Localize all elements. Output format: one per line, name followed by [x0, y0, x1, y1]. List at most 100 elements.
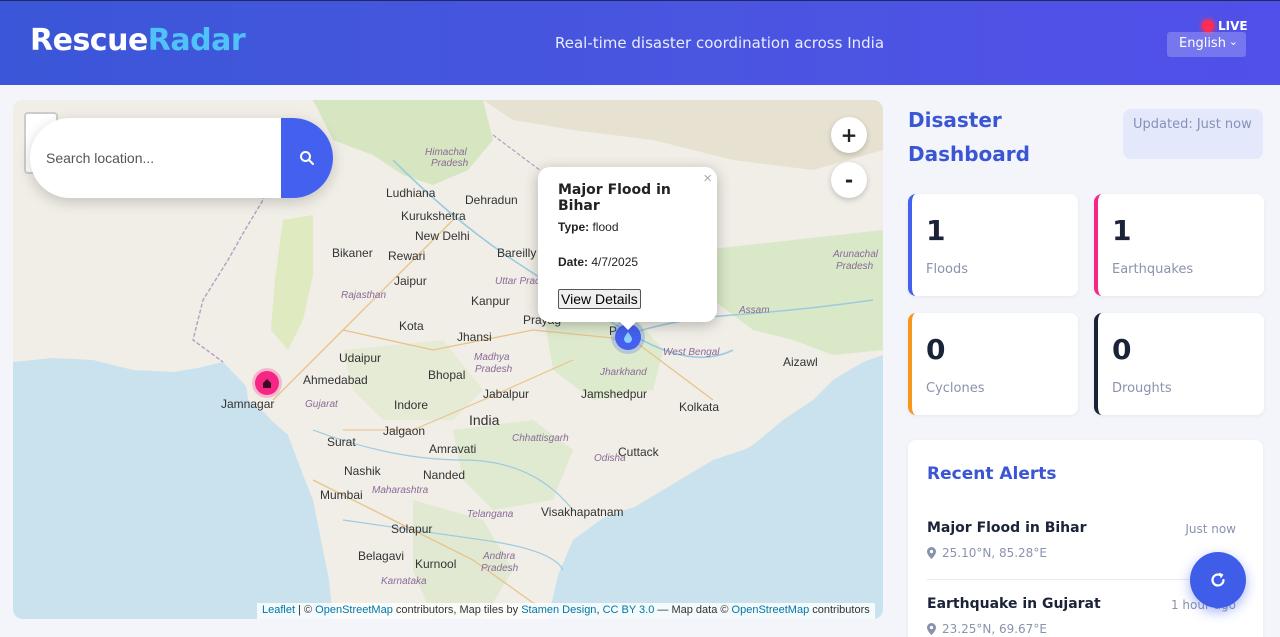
attrib-text: — Map data ©: [654, 604, 732, 616]
map-label: West Bengal: [663, 347, 720, 358]
zoom-out-button[interactable]: -: [831, 162, 867, 198]
map-label: Rajasthan: [341, 290, 387, 301]
refresh-button[interactable]: [1190, 552, 1246, 608]
recent-alerts-title: Recent Alerts: [927, 464, 1057, 484]
map-label: Andhra: [483, 551, 516, 562]
map-label: Kanpur: [471, 294, 510, 308]
osm-link[interactable]: OpenStreetMap: [732, 604, 810, 616]
stat-label: Droughts: [1112, 381, 1172, 396]
popup-type-label: Type:: [558, 220, 590, 234]
stat-card-floods[interactable]: 1 Floods: [908, 194, 1078, 296]
stat-count: 1: [926, 214, 946, 247]
stat-card-cyclones[interactable]: 0 Cyclones: [908, 313, 1078, 415]
map-label: Surat: [327, 435, 356, 449]
stat-label: Floods: [926, 262, 969, 277]
map-label: Chhattisgarh: [512, 433, 569, 444]
language-select[interactable]: English ⌄: [1167, 32, 1246, 57]
attrib-text: contributors, Map tiles by: [392, 604, 522, 616]
logo-text-rescue: Rescue: [30, 23, 148, 58]
popup-date-row: Date: 4/7/2025: [558, 255, 638, 269]
alert-title: Earthquake in Gujarat: [927, 596, 1101, 612]
marker-popup: × Major Flood in Bihar Type: flood Date:…: [538, 167, 717, 322]
updated-badge: Updated: Just now: [1123, 109, 1263, 159]
earthquake-marker[interactable]: [255, 371, 279, 395]
map-label: Uttar Prad: [495, 276, 541, 287]
map-label: Pradesh: [836, 261, 874, 272]
map-label: Visakhapatnam: [541, 505, 624, 519]
map-label: Karnataka: [381, 576, 427, 587]
map-label: India: [469, 412, 500, 428]
popup-tip: [618, 320, 638, 330]
map-label: Mumbai: [320, 488, 363, 502]
stat-label: Earthquakes: [1112, 262, 1194, 277]
map-label: Nanded: [423, 468, 466, 482]
map-label: Jamshedpur: [581, 387, 648, 401]
alert-time: Just now: [1185, 522, 1236, 536]
leaflet-link[interactable]: Leaflet: [262, 604, 295, 616]
attrib-text: contributors: [809, 604, 870, 616]
map-pin-icon: [927, 623, 936, 635]
map-label: Nashik: [344, 464, 381, 478]
alert-title: Major Flood in Bihar: [927, 520, 1087, 536]
app-header: RescueRadar Real-time disaster coordinat…: [0, 0, 1280, 85]
popup-type-row: Type: flood: [558, 220, 619, 234]
map-label: Aizawl: [783, 355, 818, 369]
map-label: Ahmedabad: [303, 373, 368, 387]
map-label: Jabalpur: [483, 387, 530, 401]
map-label: Bikaner: [332, 246, 373, 260]
cc-link[interactable]: CC BY 3.0: [603, 604, 655, 616]
stat-label: Cyclones: [926, 381, 985, 396]
map-label: Arunachal: [833, 249, 879, 260]
live-indicator: LIVE: [1202, 19, 1248, 33]
stat-count: 0: [1112, 333, 1132, 366]
map-label: New Delhi: [415, 229, 470, 243]
logo-text-radar: Radar: [147, 23, 246, 58]
stat-count: 1: [1112, 214, 1132, 247]
map-label: Dehradun: [465, 193, 518, 207]
map-label: Assam: [739, 305, 770, 316]
map-label: Bhopal: [428, 368, 466, 382]
map-label: Gujarat: [305, 399, 338, 410]
map-label: Jamnagar: [221, 397, 275, 411]
live-label: LIVE: [1218, 19, 1248, 33]
map-label: Maharashtra: [372, 485, 429, 496]
stat-card-earthquakes[interactable]: 1 Earthquakes: [1094, 194, 1264, 296]
map-label: Himachal: [425, 147, 467, 158]
search-input[interactable]: [30, 118, 281, 198]
osm-link[interactable]: OpenStreetMap: [315, 604, 393, 616]
map-label: Bareilly: [497, 246, 537, 260]
search-icon: [300, 151, 314, 165]
map-label: Pradesh: [431, 158, 469, 169]
stat-card-droughts[interactable]: 0 Droughts: [1094, 313, 1264, 415]
alert-coords: 25.10°N, 85.28°E: [927, 546, 1047, 560]
map-label: Jhansi: [457, 330, 492, 344]
map-label: Indore: [394, 398, 429, 412]
view-details-button[interactable]: View Details: [558, 289, 641, 309]
map-pin-icon: [927, 547, 936, 559]
popup-type-value: flood: [592, 220, 619, 234]
alert-coords: 23.25°N, 69.67°E: [927, 622, 1047, 636]
live-dot-icon: [1202, 20, 1214, 32]
water-drop-icon: [624, 332, 632, 343]
search-button[interactable]: [281, 118, 333, 198]
map-label: Odisha: [594, 453, 626, 464]
map-label: Pradesh: [475, 364, 513, 375]
map-label: Kolkata: [679, 400, 720, 414]
app-logo[interactable]: RescueRadar: [30, 23, 246, 58]
map-label: Telangana: [467, 509, 514, 520]
map-label: Pradesh: [481, 563, 519, 574]
location-search: [30, 118, 333, 198]
map-label: Kurnool: [415, 557, 457, 571]
stamen-link[interactable]: Stamen Design: [521, 604, 596, 616]
refresh-icon: [1211, 572, 1225, 587]
stat-count: 0: [926, 333, 946, 366]
map-label: Belagavi: [358, 549, 405, 563]
popup-date-value: 4/7/2025: [591, 255, 639, 269]
map-label: Kota: [399, 319, 424, 333]
language-value: English: [1179, 36, 1226, 51]
popup-date-label: Date:: [558, 255, 589, 269]
map-label: Jalgaon: [383, 424, 426, 438]
zoom-in-button[interactable]: +: [831, 117, 867, 153]
alert-coords-text: 23.25°N, 69.67°E: [942, 622, 1047, 636]
map-attribution: Leaflet | © OpenStreetMap contributors, …: [257, 603, 875, 619]
